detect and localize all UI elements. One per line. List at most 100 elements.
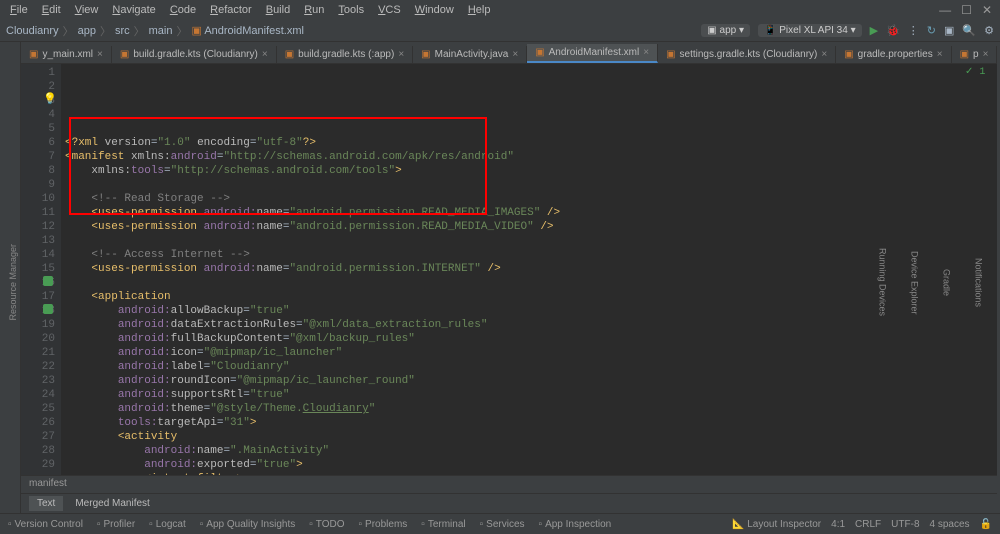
code-line[interactable]: <uses-permission android:name="android.p… (65, 262, 993, 276)
code-line[interactable]: <application (65, 290, 993, 304)
line-number[interactable]: 4 (23, 108, 55, 122)
code-line[interactable]: android:fullBackupContent="@xml/backup_r… (65, 332, 993, 346)
code-line[interactable]: android:label="Cloudianry" (65, 360, 993, 374)
code-line[interactable]: <uses-permission android:name="android.p… (65, 220, 993, 234)
line-number[interactable]: 6 (23, 136, 55, 150)
indent[interactable]: 4 spaces (930, 519, 970, 530)
module-selector[interactable]: ▣ app ▾ (701, 24, 750, 37)
menu-run[interactable]: Run (298, 2, 330, 18)
line-number[interactable]: 10 (23, 192, 55, 206)
menu-code[interactable]: Code (164, 2, 202, 18)
tool-window-button[interactable]: ▫Services (480, 519, 525, 530)
breadcrumb-item[interactable]: main (149, 25, 173, 37)
tool-window-button[interactable]: ▫Problems (358, 519, 407, 530)
line-number[interactable]: 9 (23, 178, 55, 192)
caret-position[interactable]: 4:1 (831, 519, 845, 530)
line-number[interactable]: 24 (23, 388, 55, 402)
tool-window-button[interactable]: ▫Terminal (421, 519, 465, 530)
close-tab-icon[interactable]: × (97, 49, 103, 60)
editor-mode-tab[interactable]: Merged Manifest (67, 496, 157, 511)
line-number[interactable]: 2 (23, 80, 55, 94)
close-tab-icon[interactable]: × (821, 49, 827, 60)
editor-mode-tab[interactable]: Text (29, 496, 63, 511)
close-tab-icon[interactable]: × (262, 49, 268, 60)
code-line[interactable] (65, 234, 993, 248)
maximize-button[interactable]: ☐ (961, 3, 972, 17)
breadcrumb-item[interactable]: ▣ AndroidManifest.xml (191, 24, 304, 37)
settings-button[interactable]: ⚙ (984, 24, 994, 37)
menu-edit[interactable]: Edit (36, 2, 67, 18)
editor-breadcrumb[interactable]: manifest (21, 475, 997, 493)
code-line[interactable] (65, 276, 993, 290)
menu-file[interactable]: File (4, 2, 34, 18)
close-tab-icon[interactable]: × (512, 49, 518, 60)
more-actions-button[interactable]: ⋮ (908, 24, 919, 37)
menu-help[interactable]: Help (462, 2, 497, 18)
editor-tab[interactable]: ▣p× (952, 46, 998, 63)
editor-tab[interactable]: ▣gradle.properties× (836, 46, 951, 63)
line-number[interactable]: 29 (23, 458, 55, 472)
code-line[interactable]: android:supportsRtl="true" (65, 388, 993, 402)
device-selector[interactable]: 📱 Pixel XL API 34 ▾ (758, 24, 862, 37)
code-line[interactable]: <intent-filter> (65, 472, 993, 475)
line-number[interactable]: 28 (23, 444, 55, 458)
tool-window-button[interactable]: ▫Logcat (149, 519, 186, 530)
code-line[interactable]: android:dataExtractionRules="@xml/data_e… (65, 318, 993, 332)
code-area[interactable]: 1234567891011121314151617181920212223242… (21, 64, 997, 475)
code-line[interactable]: <!-- Read Storage --> (65, 192, 993, 206)
line-number[interactable]: 15 (23, 262, 55, 276)
intention-bulb-icon[interactable]: 💡 (43, 93, 57, 107)
line-number[interactable]: 21 (23, 346, 55, 360)
line-number[interactable]: 22 (23, 360, 55, 374)
menu-build[interactable]: Build (260, 2, 296, 18)
inspection-status[interactable]: ✓ 1 (965, 66, 985, 80)
close-button[interactable]: ✕ (982, 3, 992, 17)
code-content[interactable]: 💡 ✓ 1 <?xml version="1.0" encoding="utf-… (61, 64, 997, 475)
editor-tab[interactable]: ▣AndroidManifest.xml× (527, 44, 658, 63)
tool-window-button[interactable]: ▫Version Control (8, 519, 83, 530)
editor-tab[interactable]: ▣MainActivity.java× (413, 46, 527, 63)
code-line[interactable]: android:icon="@mipmap/ic_launcher" (65, 346, 993, 360)
search-button[interactable]: 🔍 (962, 24, 976, 37)
close-tab-icon[interactable]: × (937, 49, 943, 60)
code-line[interactable]: tools:targetApi="31"> (65, 416, 993, 430)
encoding[interactable]: UTF-8 (891, 519, 919, 530)
line-number[interactable]: 26 (23, 416, 55, 430)
code-line[interactable]: android:allowBackup="true" (65, 304, 993, 318)
run-button[interactable]: ▶ (870, 24, 878, 37)
code-line[interactable]: android:name=".MainActivity" (65, 444, 993, 458)
tool-window-button[interactable]: ▫Profiler (97, 519, 135, 530)
tool-window-button[interactable]: ▫TODO (309, 519, 344, 530)
breadcrumb-item[interactable]: app (78, 25, 96, 37)
menu-navigate[interactable]: Navigate (106, 2, 161, 18)
breadcrumb-item[interactable]: src (115, 25, 130, 37)
line-number[interactable]: 25 (23, 402, 55, 416)
line-number[interactable]: 8 (23, 164, 55, 178)
code-line[interactable]: <!-- Access Internet --> (65, 248, 993, 262)
code-line[interactable]: android:theme="@style/Theme.Cloudianry" (65, 402, 993, 416)
menu-refactor[interactable]: Refactor (204, 2, 258, 18)
layout-inspector-button[interactable]: 📐 Layout Inspector (732, 519, 821, 530)
code-line[interactable]: <manifest xmlns:android="http://schemas.… (65, 150, 993, 164)
menu-vcs[interactable]: VCS (372, 2, 407, 18)
line-number[interactable]: 20 (23, 332, 55, 346)
menu-tools[interactable]: Tools (332, 2, 370, 18)
line-number[interactable]: 12 (23, 220, 55, 234)
code-line[interactable]: <?xml version="1.0" encoding="utf-8"?> (65, 136, 993, 150)
minimize-button[interactable]: — (939, 3, 951, 17)
line-number[interactable]: 1 (23, 66, 55, 80)
line-number[interactable]: 19 (23, 318, 55, 332)
breadcrumb-item[interactable]: Cloudianry (6, 25, 59, 37)
line-number[interactable]: 5 (23, 122, 55, 136)
read-only-toggle[interactable]: 🔓 (980, 519, 992, 530)
avd-button[interactable]: ▣ (944, 24, 954, 37)
line-number[interactable]: 14 (23, 248, 55, 262)
line-ending[interactable]: CRLF (855, 519, 881, 530)
line-number[interactable]: 17 (23, 290, 55, 304)
editor-tab[interactable]: ▣y_main.xml× (21, 46, 112, 63)
line-number[interactable]: 23 (23, 374, 55, 388)
code-line[interactable]: android:roundIcon="@mipmap/ic_launcher_r… (65, 374, 993, 388)
menu-view[interactable]: View (69, 2, 105, 18)
debug-button[interactable]: 🐞 (886, 24, 900, 37)
code-line[interactable] (65, 178, 993, 192)
